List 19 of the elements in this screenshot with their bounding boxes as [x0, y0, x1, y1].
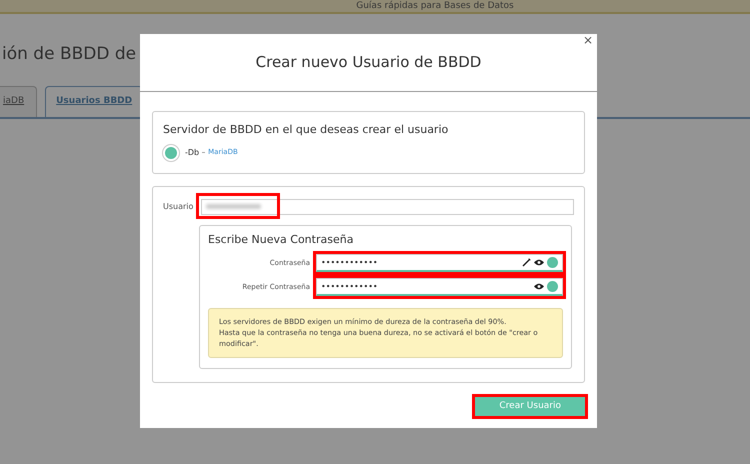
panel-heading: Escribe Nueva Contraseña: [208, 232, 354, 248]
wand-icon[interactable]: [522, 258, 531, 267]
page-title: ión de BBDD de: [2, 44, 136, 64]
password-value: ••••••••••••: [321, 280, 379, 292]
password-field[interactable]: ••••••••••••: [316, 278, 563, 296]
tab[interactable]: iaDB: [0, 86, 38, 116]
server-name: -Db: [185, 146, 200, 158]
eye-icon[interactable]: [534, 259, 544, 266]
modal-title: Crear nuevo Usuario de BBDD: [256, 52, 482, 74]
panel-heading: Servidor de BBDD en el que deseas crear el usuario: [163, 122, 450, 138]
close-button[interactable]: ×: [582, 34, 593, 46]
field-label: Usuario: [163, 200, 194, 212]
radio-button[interactable]: [165, 146, 177, 158]
banner-text: Guías rápidas para Bases de Datos: [356, 0, 514, 12]
password-value: ••••••••••••: [321, 256, 379, 268]
username-field[interactable]: [201, 198, 574, 214]
password-field[interactable]: ••••••••••••: [316, 254, 563, 272]
eye-icon[interactable]: [534, 283, 544, 290]
create-user-button[interactable]: Crear Usuario: [475, 396, 585, 416]
